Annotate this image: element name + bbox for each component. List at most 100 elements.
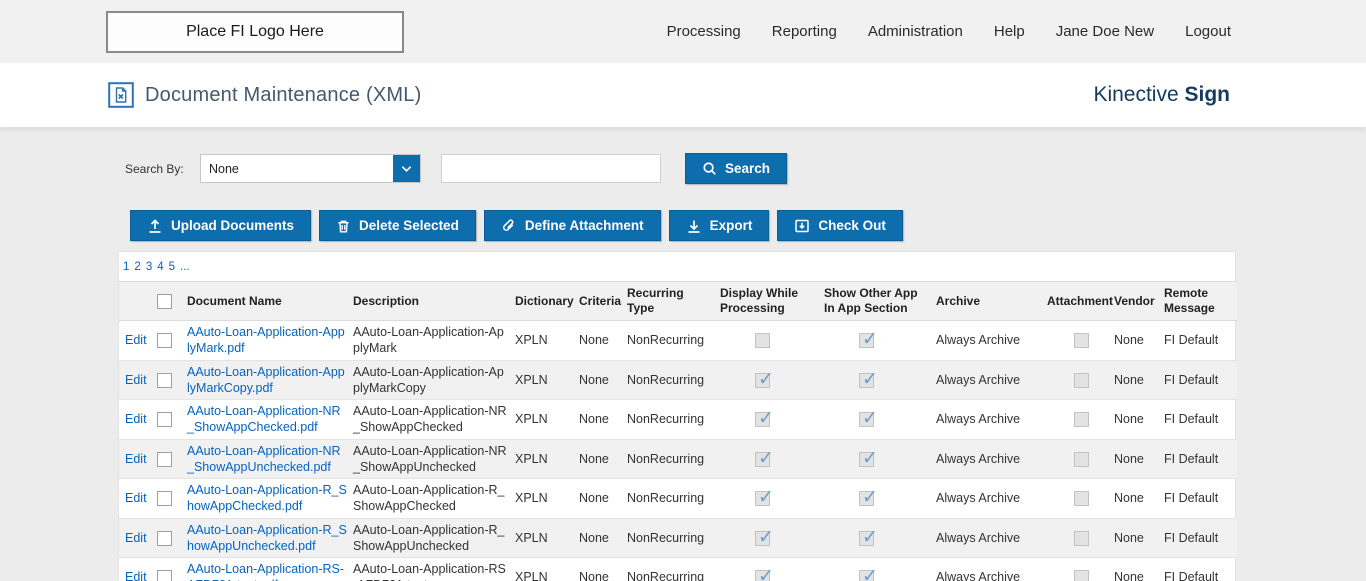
archive-cell: Always Archive	[933, 400, 1044, 440]
define-attachment-button[interactable]: Define Attachment	[484, 210, 661, 241]
attachment-checkbox	[1074, 333, 1089, 348]
col-display-while-processing: Display While Processing	[717, 282, 821, 321]
search-button[interactable]: Search	[685, 153, 787, 184]
page-link-1[interactable]: 1	[123, 261, 129, 273]
upload-icon	[147, 218, 163, 234]
table-row: Edit AAuto-Loan-Application-R_ShowAppUnc…	[119, 518, 1237, 558]
nav-administration[interactable]: Administration	[868, 23, 963, 40]
edit-link[interactable]: Edit	[125, 570, 147, 581]
edit-link[interactable]: Edit	[125, 373, 147, 387]
attachment-checkbox	[1074, 452, 1089, 467]
archive-cell: Always Archive	[933, 360, 1044, 400]
page-link-more[interactable]: ...	[180, 261, 190, 273]
recurring-type-cell: NonRecurring	[624, 518, 717, 558]
row-select-checkbox[interactable]	[157, 333, 172, 348]
vendor-cell: None	[1111, 360, 1161, 400]
row-select-checkbox[interactable]	[157, 412, 172, 427]
upload-documents-button[interactable]: Upload Documents	[130, 210, 311, 241]
table-row: Edit AAuto-Loan-Application-ApplyMark.pd…	[119, 321, 1237, 361]
remote-message-cell: FI Default	[1161, 518, 1237, 558]
nav-help[interactable]: Help	[994, 23, 1025, 40]
display-while-processing-checkbox	[755, 333, 770, 348]
delete-selected-button[interactable]: Delete Selected	[319, 210, 476, 241]
row-select-checkbox[interactable]	[157, 452, 172, 467]
table-row: Edit AAuto-Loan-Application-R_ShowAppChe…	[119, 479, 1237, 519]
delete-selected-label: Delete Selected	[359, 218, 459, 233]
checkmark-icon: ✓	[862, 409, 878, 428]
description-cell: AAuto-Loan-Application-ApplyMark	[350, 321, 512, 361]
document-name-link[interactable]: AAuto-Loan-Application-R_ShowAppChecked.…	[187, 483, 347, 513]
define-attachment-label: Define Attachment	[525, 218, 644, 233]
export-button[interactable]: Export	[669, 210, 770, 241]
fi-logo-placeholder-text: Place FI Logo Here	[186, 23, 324, 41]
recurring-type-cell: NonRecurring	[624, 479, 717, 519]
col-recurring-type: Recurring Type	[624, 282, 717, 321]
description-cell: AAuto-Loan-Application-NR_ShowAppChecked	[350, 400, 512, 440]
vendor-cell: None	[1111, 439, 1161, 479]
vendor-cell: None	[1111, 558, 1161, 581]
page-link-3[interactable]: 3	[146, 261, 152, 273]
dictionary-cell: XPLN	[512, 479, 576, 519]
table-row: Edit AAuto-Loan-Application-RS-AFD731-te…	[119, 558, 1237, 581]
search-input[interactable]	[441, 154, 661, 183]
checkmark-icon: ✓	[862, 449, 878, 468]
display-while-processing-checkbox: ✓	[755, 570, 770, 581]
edit-link[interactable]: Edit	[125, 412, 147, 426]
page-link-5[interactable]: 5	[169, 261, 175, 273]
check-out-button[interactable]: Check Out	[777, 210, 903, 241]
col-dictionary: Dictionary	[512, 282, 576, 321]
vendor-cell: None	[1111, 400, 1161, 440]
show-other-app-checkbox: ✓	[859, 333, 874, 348]
nav-reporting[interactable]: Reporting	[772, 23, 837, 40]
criteria-cell: None	[576, 321, 624, 361]
search-by-dropdown[interactable]: None	[200, 154, 421, 183]
show-other-app-checkbox: ✓	[859, 452, 874, 467]
recurring-type-cell: NonRecurring	[624, 360, 717, 400]
document-name-link[interactable]: AAuto-Loan-Application-ApplyMark.pdf	[187, 325, 345, 355]
display-while-processing-checkbox: ✓	[755, 531, 770, 546]
brand-name: Kinective	[1093, 83, 1178, 106]
remote-message-cell: FI Default	[1161, 400, 1237, 440]
export-icon	[686, 218, 702, 234]
attachment-checkbox	[1074, 570, 1089, 581]
main-content: Search By: None Search Upload Documents …	[0, 127, 1366, 581]
nav-user[interactable]: Jane Doe New	[1056, 23, 1154, 40]
document-name-link[interactable]: AAuto-Loan-Application-R_ShowAppUnchecke…	[187, 523, 347, 553]
criteria-cell: None	[576, 518, 624, 558]
xml-document-icon	[108, 82, 134, 108]
edit-link[interactable]: Edit	[125, 452, 147, 466]
select-all-checkbox[interactable]	[157, 294, 172, 309]
page-link-4[interactable]: 4	[157, 261, 163, 273]
checkmark-icon: ✓	[758, 409, 774, 428]
show-other-app-checkbox: ✓	[859, 373, 874, 388]
col-show-other-app: Show Other App In App Section	[821, 282, 933, 321]
nav-processing[interactable]: Processing	[667, 23, 741, 40]
row-select-checkbox[interactable]	[157, 491, 172, 506]
archive-cell: Always Archive	[933, 518, 1044, 558]
display-while-processing-checkbox: ✓	[755, 491, 770, 506]
document-name-link[interactable]: AAuto-Loan-Application-NR_ShowAppChecked…	[187, 404, 341, 434]
title-bar: Document Maintenance (XML) Kinective Sig…	[0, 63, 1366, 127]
col-archive: Archive	[933, 282, 1044, 321]
document-name-link[interactable]: AAuto-Loan-Application-NR_ShowAppUncheck…	[187, 444, 341, 474]
brand-suffix: Sign	[1185, 83, 1231, 106]
row-select-checkbox[interactable]	[157, 570, 172, 581]
row-select-checkbox[interactable]	[157, 531, 172, 546]
edit-link[interactable]: Edit	[125, 491, 147, 505]
document-name-link[interactable]: AAuto-Loan-Application-ApplyMarkCopy.pdf	[187, 365, 345, 395]
check-out-label: Check Out	[818, 218, 886, 233]
nav-logout[interactable]: Logout	[1185, 23, 1231, 40]
row-select-checkbox[interactable]	[157, 373, 172, 388]
dictionary-cell: XPLN	[512, 558, 576, 581]
page-title: Document Maintenance (XML)	[145, 84, 421, 107]
show-other-app-checkbox: ✓	[859, 531, 874, 546]
edit-link[interactable]: Edit	[125, 333, 147, 347]
vendor-cell: None	[1111, 518, 1161, 558]
col-remote-message: Remote Message	[1161, 282, 1237, 321]
dictionary-cell: XPLN	[512, 400, 576, 440]
document-name-link[interactable]: AAuto-Loan-Application-RS-AFD731-test.pd…	[187, 562, 344, 581]
col-attachment: Attachment	[1044, 282, 1111, 321]
page-link-2[interactable]: 2	[134, 261, 140, 273]
attachment-checkbox	[1074, 373, 1089, 388]
edit-link[interactable]: Edit	[125, 531, 147, 545]
